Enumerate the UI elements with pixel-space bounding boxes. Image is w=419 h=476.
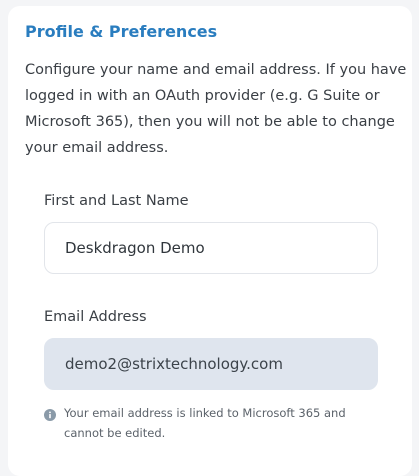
- section-title: Profile & Preferences: [25, 22, 218, 41]
- name-input[interactable]: [44, 222, 378, 274]
- profile-preferences-card: Profile & Preferences Configure your nam…: [8, 6, 412, 476]
- email-field-label: Email Address: [44, 309, 147, 325]
- section-description: Configure your name and email address. I…: [25, 62, 407, 156]
- email-note-text: Your email address is linked to Microsof…: [64, 406, 346, 440]
- email-input: [44, 338, 378, 390]
- name-field-label: First and Last Name: [44, 193, 189, 209]
- info-icon: [44, 409, 56, 421]
